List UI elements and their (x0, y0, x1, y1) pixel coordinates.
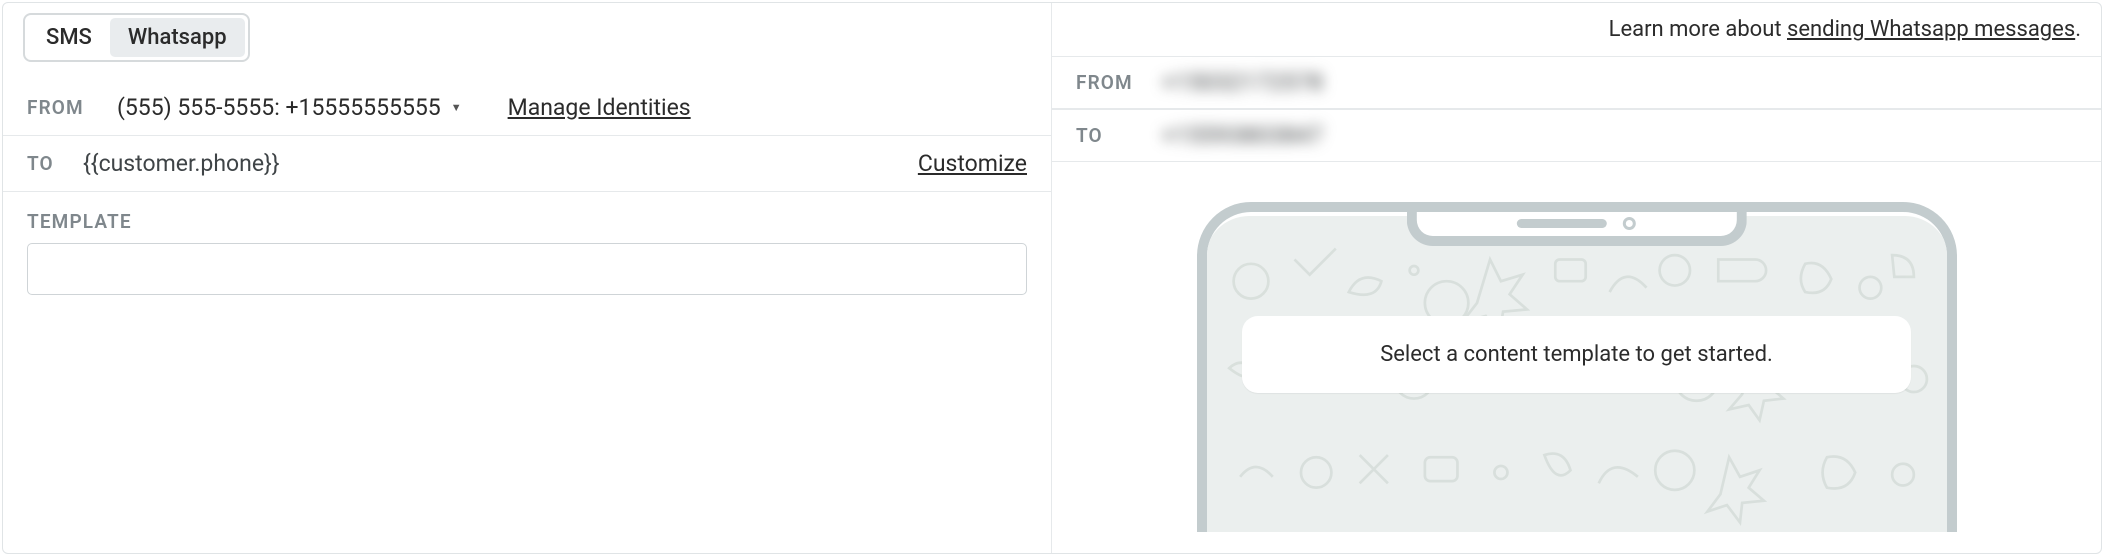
right-pane: Learn more about sending Whatsapp messag… (1052, 3, 2101, 553)
top-row: SMS Whatsapp (3, 3, 1051, 80)
from-label: FROM (27, 96, 103, 119)
channel-tab-group: SMS Whatsapp (23, 13, 250, 62)
template-label: TEMPLATE (27, 210, 1027, 233)
from-identity-select[interactable]: (555) 555-5555: +15555555555 ▼ (117, 94, 462, 121)
speaker-icon (1517, 219, 1607, 228)
to-row: TO {{customer.phone}} Customize (3, 136, 1051, 192)
phone-notch (1406, 210, 1746, 246)
learn-more-row: Learn more about sending Whatsapp messag… (1052, 3, 2101, 56)
phone-preview: Select a content template to get started… (1197, 202, 1957, 553)
caret-down-icon: ▼ (451, 101, 462, 114)
customize-link[interactable]: Customize (918, 150, 1027, 177)
learn-more-suffix: . (2075, 17, 2081, 42)
phone-frame: Select a content template to get started… (1197, 202, 1957, 532)
learn-more-link[interactable]: sending Whatsapp messages (1787, 17, 2075, 42)
learn-more-text: Learn more about sending Whatsapp messag… (1609, 17, 2081, 42)
template-section: TEMPLATE (3, 192, 1051, 313)
preview-from-row: FROM +15032172578 (1052, 56, 2101, 109)
preview-to-value: +15593803847 (1162, 122, 1323, 149)
editor-container: SMS Whatsapp FROM (555) 555-5555: +15555… (2, 2, 2102, 554)
camera-icon (1623, 217, 1636, 230)
to-value: {{customer.phone}} (83, 150, 280, 177)
preview-placeholder-card: Select a content template to get started… (1242, 316, 1912, 393)
tab-sms[interactable]: SMS (28, 18, 110, 57)
preview-to-row: TO +15593803847 (1052, 109, 2101, 162)
learn-more-prefix: Learn more about (1609, 17, 1787, 42)
preview-to-label: TO (1076, 124, 1152, 147)
phone-preview-wrapper: Select a content template to get started… (1052, 162, 2101, 553)
from-row: FROM (555) 555-5555: +15555555555 ▼ Mana… (3, 80, 1051, 136)
preview-from-label: FROM (1076, 71, 1152, 94)
phone-screen: Select a content template to get started… (1205, 216, 1949, 532)
from-value: (555) 555-5555: +15555555555 (117, 94, 441, 121)
preview-placeholder-text: Select a content template to get started… (1380, 342, 1773, 367)
to-left: TO {{customer.phone}} (27, 150, 280, 177)
manage-identities-link[interactable]: Manage Identities (508, 94, 691, 121)
template-input[interactable] (27, 243, 1027, 295)
left-pane: SMS Whatsapp FROM (555) 555-5555: +15555… (3, 3, 1052, 553)
preview-from-value: +15032172578 (1162, 69, 1323, 96)
tab-whatsapp[interactable]: Whatsapp (110, 18, 245, 57)
